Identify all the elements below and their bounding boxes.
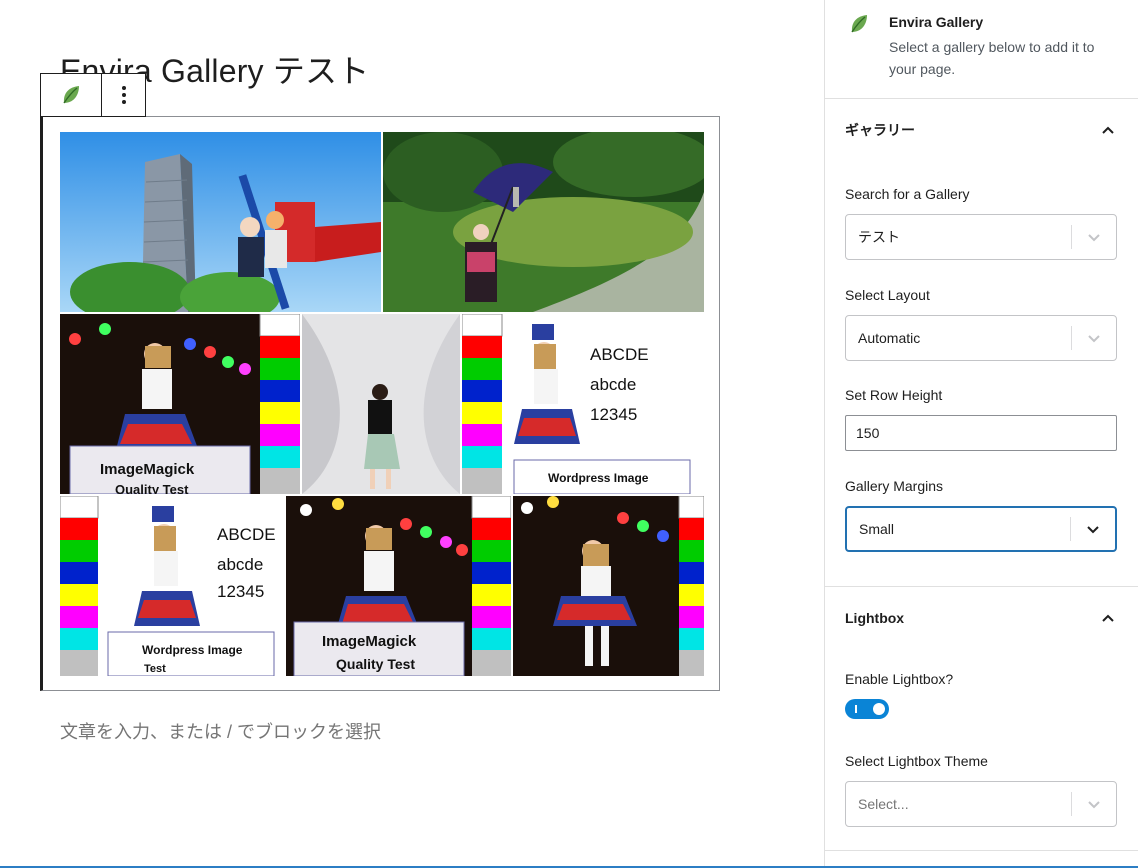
toggle-knob	[873, 703, 885, 715]
block-card-description: Select a gallery below to add it to your…	[889, 39, 1095, 77]
gallery-text: 12345	[217, 582, 264, 601]
gallery-panel-title: ギャラリー	[845, 122, 915, 138]
enable-lightbox-toggle[interactable]	[845, 699, 889, 719]
block-card-title: Envira Gallery	[889, 14, 984, 30]
gallery-margins-value: Small	[859, 521, 895, 537]
paragraph-placeholder[interactable]: 文章を入力、または / でブロックを選択	[60, 718, 381, 744]
block-card: Envira Gallery Select a gallery below to…	[825, 0, 1138, 99]
gallery-photo-wordpress-test-2[interactable]: ABCDE abcde 12345 Wordpress Image Test	[60, 496, 284, 676]
envira-leaf-icon	[63, 86, 79, 104]
layout-select[interactable]: Automatic	[845, 315, 1117, 361]
gallery-photo-studio[interactable]	[302, 314, 460, 494]
gallery-photo-wordpress-test[interactable]: ABCDE abcde 12345 Wordpress Image	[462, 314, 704, 494]
gallery-text: Test	[144, 663, 166, 675]
row-height-label: Set Row Height	[845, 387, 943, 403]
gallery-text: Wordpress Image	[142, 643, 243, 657]
gallery-text: ABCDE	[217, 525, 276, 544]
chevron-up-icon	[1102, 126, 1114, 134]
gallery-text: ABCDE	[590, 345, 649, 364]
chevron-down-icon	[1088, 234, 1100, 242]
gallery-text: Quality Test	[115, 482, 189, 494]
layout-label: Select Layout	[845, 287, 930, 303]
layout-value: Automatic	[858, 330, 921, 346]
gallery-panel: ギャラリー Search for a Gallery テスト Select La…	[825, 99, 1138, 587]
chevron-down-icon	[1088, 801, 1100, 809]
search-gallery-label: Search for a Gallery	[845, 186, 970, 202]
toggle-on-mark	[855, 705, 857, 713]
gallery-panel-toggle[interactable]: ギャラリー	[825, 99, 1138, 161]
gallery-photo-stage-2[interactable]: ImageMagick Quality Test	[286, 496, 511, 676]
more-options-button[interactable]	[101, 74, 145, 116]
gallery-text: abcde	[217, 555, 263, 574]
select-caret[interactable]	[1072, 229, 1116, 245]
gallery-text: 12345	[590, 405, 637, 424]
gallery-text: ImageMagick	[100, 461, 195, 478]
gallery-text: abcde	[590, 375, 636, 394]
chevron-down-icon	[1087, 526, 1099, 534]
search-gallery-value: テスト	[858, 229, 900, 245]
lightbox-theme-value: Select...	[858, 796, 909, 812]
gallery-text: Wordpress Image	[548, 471, 649, 485]
more-options-icon	[121, 86, 126, 104]
block-toolbar	[40, 73, 146, 117]
editor-canvas: Envira Gallery テスト ImageMagick Quality T…	[0, 0, 824, 868]
lightbox-panel-title: Lightbox	[845, 610, 905, 626]
lightbox-panel: Lightbox Enable Lightbox? Select Lightbo…	[825, 587, 1138, 851]
lightbox-panel-toggle[interactable]: Lightbox	[825, 587, 1138, 649]
lightbox-theme-label: Select Lightbox Theme	[845, 753, 988, 769]
enable-lightbox-label: Enable Lightbox?	[845, 671, 954, 687]
chevron-up-icon	[1102, 614, 1114, 622]
block-type-button[interactable]	[41, 74, 101, 116]
lightbox-theme-select[interactable]: Select...	[845, 781, 1117, 827]
row-height-input[interactable]: 150	[845, 415, 1117, 451]
gallery-text: ImageMagick	[322, 633, 417, 650]
select-caret[interactable]	[1072, 330, 1116, 346]
chevron-down-icon	[1088, 335, 1100, 343]
select-caret[interactable]	[1071, 521, 1115, 537]
select-caret[interactable]	[1072, 796, 1116, 812]
envira-leaf-icon	[851, 15, 867, 33]
gallery-photo-umbrella[interactable]	[383, 132, 704, 312]
search-gallery-select[interactable]: テスト	[845, 214, 1117, 260]
gallery-text: Quality Test	[336, 656, 415, 672]
gallery-margins-select[interactable]: Small	[845, 506, 1117, 552]
settings-sidebar: Envira Gallery Select a gallery below to…	[824, 0, 1138, 868]
gallery-photo-stage[interactable]: ImageMagick Quality Test	[60, 314, 300, 494]
gallery-grid: ImageMagick Quality Test ABCDE abcde 123…	[60, 132, 704, 676]
gallery-photo-stage-3[interactable]	[513, 496, 704, 676]
gallery-margins-label: Gallery Margins	[845, 478, 944, 494]
gallery-photo-skyscraper[interactable]	[60, 132, 381, 312]
